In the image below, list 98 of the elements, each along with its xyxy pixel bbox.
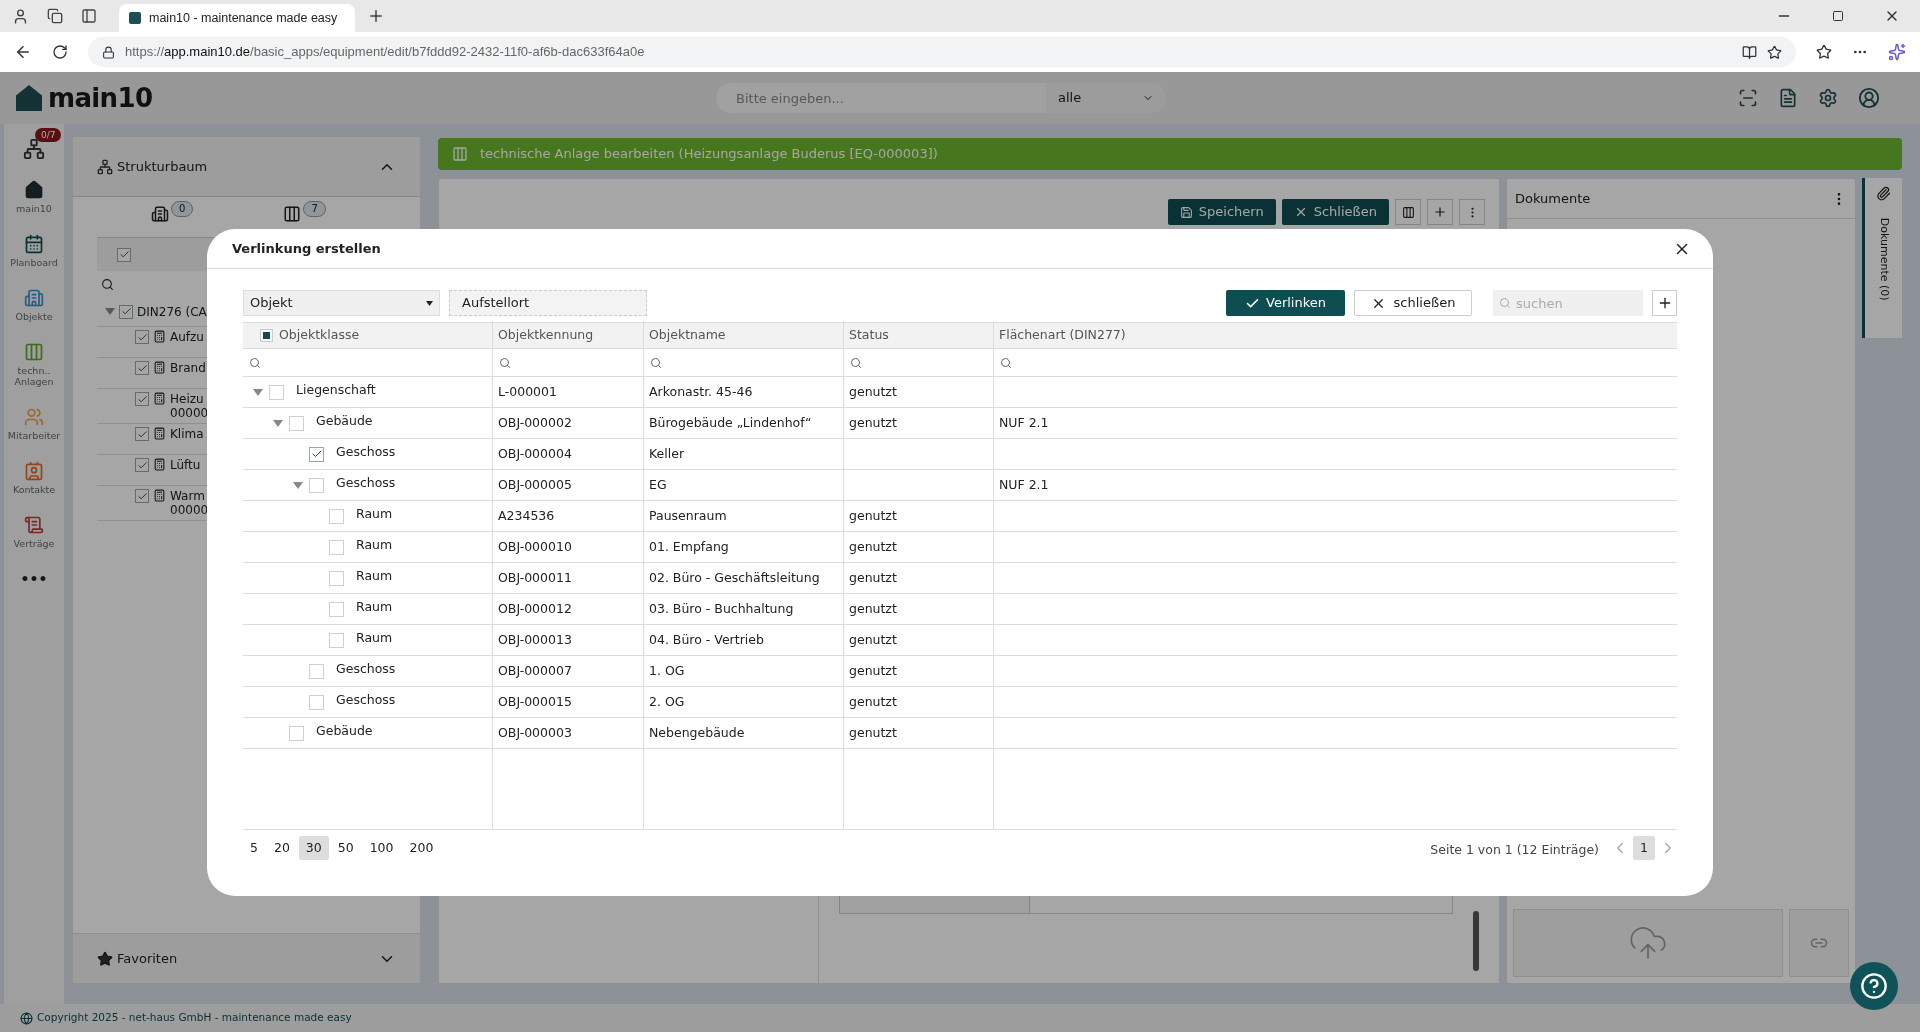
- tree-item-label: Warm 00000: [170, 489, 209, 517]
- table-cell: Keller: [644, 439, 844, 470]
- table-cell: 2. OG: [644, 687, 844, 718]
- table-cell: Arkonastr. 45-46: [644, 377, 844, 408]
- table-cell: 03. Büro - Buchhaltung: [644, 594, 844, 625]
- page-size-option[interactable]: 5: [243, 836, 265, 860]
- table-cell: Bürogebäude „Lindenhof“: [644, 408, 844, 439]
- table-cell: 02. Büro - Geschäftsleitung: [644, 563, 844, 594]
- table-cell: NUF 2.1: [994, 408, 1677, 439]
- tree-item-label: DIN276 (CA: [137, 303, 207, 321]
- page-size-option[interactable]: 50: [330, 836, 361, 860]
- table-cell-text: Geschoss: [336, 659, 396, 678]
- table-cell: genutzt: [844, 594, 994, 625]
- table-cell-text: Geschoss: [336, 690, 396, 709]
- table-cell: genutzt: [844, 687, 994, 718]
- more-link[interactable]: •••: [20, 569, 48, 590]
- table-cell-text: Raum: [356, 597, 393, 616]
- sidebar-item[interactable]: Objekte: [6, 288, 62, 322]
- logo-text: main10: [48, 81, 153, 115]
- table-cell: 04. Büro - Vertrieb: [644, 625, 844, 656]
- address-field[interactable]: https://app.main10.de/basic_apps/equipment/edit/b7fddd92-2432-11f0-af6b-dac633f64a0e: [88, 37, 1796, 67]
- search-field[interactable]: suchen: [1493, 290, 1643, 316]
- table-cell: genutzt: [844, 501, 994, 532]
- table-cell-text: Raum: [356, 535, 393, 554]
- sidebar-item[interactable]: main10: [6, 180, 62, 214]
- tree-item-label: Klima: [170, 427, 204, 441]
- column-header[interactable]: Objektname: [644, 323, 844, 349]
- footer: Copyright 2025 - net-haus GmbH - maintenance made easy: [0, 1004, 1920, 1032]
- panel-title: Strukturbaum: [117, 157, 209, 176]
- table-cell: genutzt: [844, 532, 994, 563]
- table-cell-text: Raum: [356, 566, 393, 585]
- table-cell: genutzt: [844, 377, 994, 408]
- save-button[interactable]: Speichern: [1167, 199, 1276, 225]
- global-search-field[interactable]: Bitte eingeben...: [716, 83, 1046, 113]
- panel-title: Dokumente: [1515, 189, 1592, 208]
- table-cell: genutzt: [844, 625, 994, 656]
- table-cell: OBJ-000002: [493, 408, 644, 439]
- page-summary: Seite 1 von 1 (12 Einträge): [1430, 841, 1599, 859]
- tree-item-label: Heizu 00000: [170, 392, 209, 420]
- documents-tab[interactable]: Dokumente (0): [1862, 178, 1902, 338]
- page-size-option[interactable]: 200: [402, 836, 441, 860]
- type-select[interactable]: Objekt: [243, 290, 440, 316]
- table-cell-text: Raum: [356, 504, 393, 523]
- table-cell: OBJ-000013: [493, 625, 644, 656]
- panel-tab[interactable]: 0: [151, 201, 194, 223]
- page-size-option[interactable]: 30: [298, 836, 329, 860]
- tree-item-label: Lüftu: [170, 458, 201, 472]
- panel-tab[interactable]: 7: [283, 201, 326, 223]
- table-cell: genutzt: [844, 408, 994, 439]
- tree-item-label: Brand: [170, 361, 206, 375]
- column-header[interactable]: Objektkennung: [493, 323, 644, 349]
- close-button[interactable]: schließen: [1354, 290, 1472, 316]
- column-header[interactable]: Status: [844, 323, 994, 349]
- page-title-bar: technische Anlage bearbeiten (Heizungsanlage Buderus [EQ-000003]): [438, 138, 1902, 170]
- table-cell-text: Gebäude: [316, 411, 373, 430]
- page-size-option[interactable]: 100: [362, 836, 401, 860]
- column-header[interactable]: Objektklasse: [243, 323, 493, 349]
- table-cell: EG: [644, 470, 844, 501]
- table-cell: L-000001: [493, 377, 644, 408]
- dialog-title: Verlinkung erstellen: [232, 239, 382, 258]
- table-cell: 1. OG: [644, 656, 844, 687]
- location-field[interactable]: Aufstellort: [449, 290, 647, 316]
- table-cell-text: Gebäude: [316, 721, 373, 740]
- table-cell: OBJ-000011: [493, 563, 644, 594]
- table-cell: genutzt: [844, 656, 994, 687]
- table-cell: A234536: [493, 501, 644, 532]
- table-cell-text: Raum: [356, 628, 393, 647]
- sidebar-item[interactable]: Verträge: [6, 515, 62, 549]
- sidebar-item[interactable]: Planboard: [6, 234, 62, 268]
- column-header[interactable]: Flächenart (DIN277): [994, 323, 1677, 349]
- sidebar-item[interactable]: Mitarbeiter: [6, 407, 62, 441]
- close-button[interactable]: Schließen: [1281, 199, 1389, 225]
- link-button[interactable]: Verlinken: [1226, 290, 1345, 316]
- notification-badge: 0/7: [35, 128, 62, 142]
- table-cell: OBJ-000010: [493, 532, 644, 563]
- scope-select[interactable]: alle: [1046, 83, 1166, 113]
- table-cell-text: Liegenschaft: [296, 380, 376, 399]
- page-button[interactable]: 1: [1633, 836, 1655, 860]
- table-cell: 01. Empfang: [644, 532, 844, 563]
- sidebar-item[interactable]: Kontakte: [6, 461, 62, 495]
- table-cell: Nebengebäude: [644, 718, 844, 749]
- table-cell: OBJ-000003: [493, 718, 644, 749]
- table-cell: OBJ-000012: [493, 594, 644, 625]
- table-cell: OBJ-000007: [493, 656, 644, 687]
- tree-item-label: Aufzu: [170, 330, 204, 344]
- table-cell: OBJ-000015: [493, 687, 644, 718]
- table-cell: genutzt: [844, 718, 994, 749]
- browser-tab[interactable]: main10 - maintenance made easy: [119, 4, 355, 32]
- page-size-option[interactable]: 20: [266, 836, 297, 860]
- sidebar-item[interactable]: techn.. Anlagen: [6, 342, 62, 387]
- panel-title: Favoriten: [117, 949, 179, 968]
- table-cell: OBJ-000005: [493, 470, 644, 501]
- table-cell-text: Geschoss: [336, 473, 396, 492]
- table-cell: genutzt: [844, 563, 994, 594]
- table-cell: OBJ-000004: [493, 439, 644, 470]
- table-cell: Pausenraum: [644, 501, 844, 532]
- table-cell: NUF 2.1: [994, 470, 1677, 501]
- table-cell-text: Geschoss: [336, 442, 396, 461]
